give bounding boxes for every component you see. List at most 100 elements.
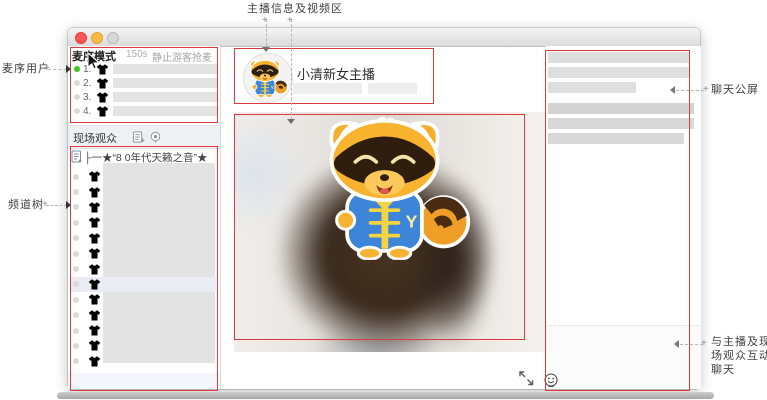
member-shirt-icon	[96, 91, 109, 104]
presence-dot	[74, 94, 80, 100]
annotation-arrow-right	[66, 201, 71, 209]
presence-dot	[73, 173, 79, 180]
member-shirt-icon	[88, 278, 101, 291]
mic-row-name-placeholder	[113, 78, 217, 88]
chat-message-placeholder	[548, 82, 636, 93]
annotation-plus: +	[42, 199, 48, 210]
window-titlebar[interactable]	[68, 28, 700, 47]
member-shirt-icon	[88, 355, 101, 368]
annotation-arrow-left	[674, 340, 679, 348]
chat-message-placeholder	[548, 118, 694, 129]
app-window: 麦序模式 150s 静止游客抢麦 1. 2. 3. 4. 现场观众 ├一★“8 …	[68, 28, 701, 389]
channel-tree-row[interactable]	[71, 215, 216, 230]
annotation-interact-line2: 场观众互动	[711, 350, 767, 362]
location-icon[interactable]	[149, 130, 162, 144]
channel-tree-row[interactable]	[71, 308, 216, 323]
mic-timer: 150s	[126, 49, 148, 60]
member-shirt-icon	[88, 263, 101, 276]
annotation-connector	[48, 69, 67, 70]
chat-input-area[interactable]	[546, 326, 701, 389]
member-shirt-icon	[96, 77, 109, 90]
annotation-interact-line1: 与主播及现	[711, 336, 767, 348]
presence-dot	[74, 108, 80, 114]
minimize-button[interactable]	[91, 32, 103, 44]
presence-dot	[73, 204, 79, 211]
presence-dot	[74, 66, 80, 72]
annotation-plus: +	[703, 84, 709, 95]
channel-tree-row[interactable]	[71, 338, 216, 353]
presence-dot	[73, 250, 79, 257]
annotation-connector	[680, 344, 703, 345]
presence-dot	[73, 219, 79, 226]
sidebar-footer	[68, 373, 220, 389]
screenshot-root: 麦序模式 150s 静止游客抢麦 1. 2. 3. 4. 现场观众 ├一★“8 …	[0, 0, 767, 400]
member-shirt-icon	[96, 105, 109, 118]
close-button[interactable]	[75, 32, 87, 44]
emoticon-button[interactable]	[543, 372, 560, 389]
channel-tree-row[interactable]	[71, 261, 216, 276]
annotation-mic-users: 麦序用户	[2, 63, 50, 75]
channel-tree-row[interactable]	[71, 354, 216, 369]
member-shirt-icon	[88, 232, 101, 245]
annotation-plus: +	[701, 338, 707, 349]
member-shirt-icon	[88, 324, 101, 337]
channel-tree-row[interactable]	[71, 231, 216, 246]
member-shirt-icon	[88, 293, 101, 306]
channel-tree-row[interactable]	[71, 200, 216, 215]
mic-row-name-placeholder	[113, 106, 217, 116]
anchor-avatar[interactable]	[243, 53, 293, 103]
anchor-stat-placeholder	[368, 83, 417, 94]
channel-tree-list	[71, 169, 216, 369]
annotation-arrow-left	[670, 86, 675, 94]
channel-tree-row[interactable]	[71, 169, 216, 184]
member-list-icon[interactable]	[132, 130, 145, 144]
mic-queue-row[interactable]: 4.	[72, 104, 217, 118]
mic-row-number: 3.	[83, 91, 92, 103]
audience-title: 现场观众	[73, 133, 117, 145]
mic-row-name-placeholder	[113, 92, 217, 102]
annotation-channel-tree: 频道树	[8, 199, 44, 211]
member-shirt-icon	[88, 247, 101, 260]
mouse-cursor	[87, 52, 100, 70]
annotation-interact-line3: 聊天	[711, 364, 735, 376]
annotation-arrow-down	[287, 119, 295, 124]
presence-dot	[73, 312, 79, 319]
left-sidebar: 麦序模式 150s 静止游客抢麦 1. 2. 3. 4. 现场观众 ├一★“8 …	[68, 46, 221, 389]
chat-message-placeholder	[548, 133, 684, 144]
presence-dot	[74, 80, 80, 86]
zoom-button[interactable]	[107, 32, 119, 44]
video-area[interactable]	[234, 112, 545, 352]
annotation-arrow-down	[262, 47, 270, 52]
channel-tree-row[interactable]	[71, 276, 216, 293]
mic-row-name-placeholder	[113, 64, 217, 74]
presence-dot	[73, 189, 79, 196]
channel-tree-row[interactable]	[71, 246, 216, 261]
annotation-plus: +	[44, 63, 50, 74]
mic-row-number: 2.	[83, 77, 92, 89]
yy-mascot-avatar	[244, 57, 290, 99]
member-shirt-icon	[88, 309, 101, 322]
presence-dot	[73, 358, 79, 365]
channel-tree-row[interactable]	[71, 292, 216, 307]
mic-queue-list: 1. 2. 3. 4.	[72, 62, 217, 118]
presence-dot	[73, 342, 79, 349]
annotation-connector	[676, 90, 704, 91]
channel-tree-row[interactable]	[71, 184, 216, 199]
resize-handle-icon[interactable]	[516, 368, 536, 388]
annotation-chat-screen: 聊天公屏	[711, 84, 759, 96]
annotation-arrow-right	[66, 65, 71, 73]
mic-queue-row[interactable]: 2.	[72, 76, 217, 90]
annotation-plus: +	[262, 15, 268, 26]
member-shirt-icon	[88, 201, 101, 214]
mic-queue-row[interactable]: 3.	[72, 90, 217, 104]
member-shirt-icon	[88, 216, 101, 229]
presence-dot	[73, 235, 79, 242]
audience-section-header: 现场观众	[68, 125, 220, 149]
member-shirt-icon	[88, 186, 101, 199]
yy-mascot-overlay	[306, 114, 478, 260]
channel-doc-icon	[71, 150, 82, 163]
chat-panel	[545, 46, 701, 389]
presence-dot	[73, 296, 79, 303]
chat-message-placeholder	[548, 52, 689, 63]
channel-tree-row[interactable]	[71, 323, 216, 338]
